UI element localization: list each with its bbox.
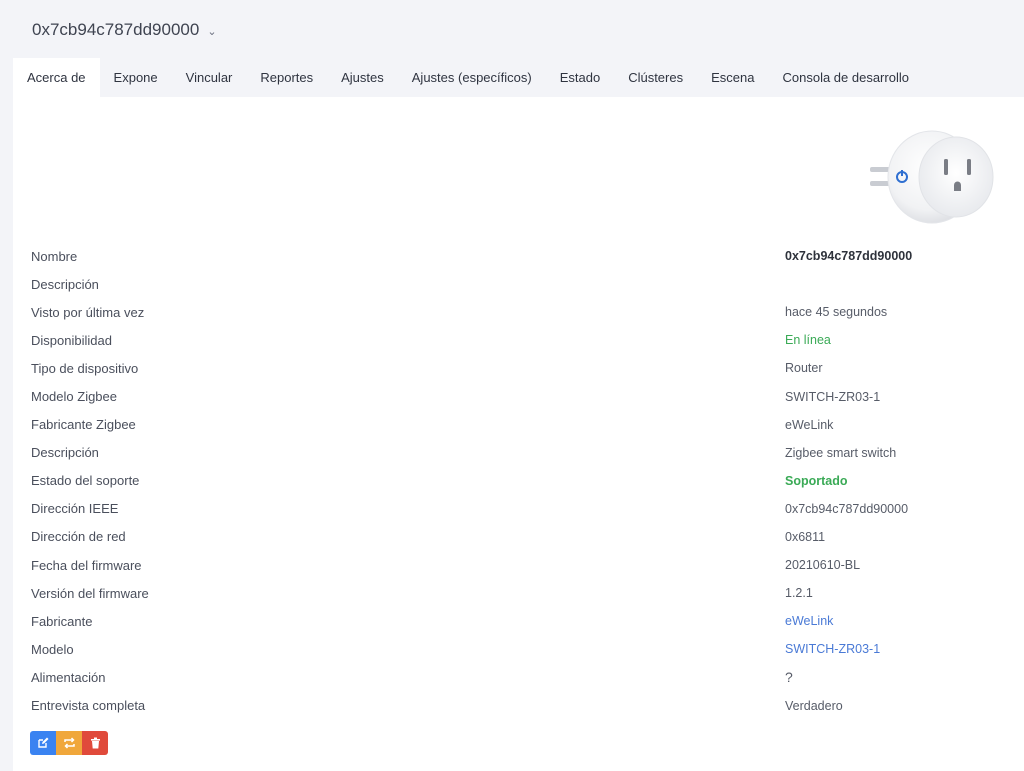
chevron-down-icon: ⌄ xyxy=(207,25,217,38)
device-info-list: Nombre 0x7cb94c787dd90000 Descripción Vi… xyxy=(31,242,1011,720)
info-row-model-description: Descripción Zigbee smart switch xyxy=(31,445,897,461)
info-row-firmware-version: Versión del firmware 1.2.1 xyxy=(31,585,813,601)
tab-reporting[interactable]: Reportes xyxy=(246,58,327,97)
availability-status: En línea xyxy=(785,333,831,348)
power-source-value: ? xyxy=(785,669,793,686)
model-link[interactable]: SWITCH-ZR03-1 xyxy=(785,642,880,656)
tab-dev-console[interactable]: Consola de desarrollo xyxy=(768,58,922,97)
info-row-zigbee-manufacturer: Fabricante Zigbee eWeLink xyxy=(31,417,834,433)
support-status-badge: Soportado xyxy=(785,473,848,488)
edit-icon xyxy=(38,737,49,748)
trash-icon xyxy=(90,737,100,749)
device-actions xyxy=(30,731,108,755)
tab-bind[interactable]: Vincular xyxy=(172,58,247,97)
refresh-icon xyxy=(63,737,75,749)
about-panel: Nombre 0x7cb94c787dd90000 Descripción Vi… xyxy=(13,97,1024,771)
device-selector[interactable]: 0x7cb94c787dd90000 ⌄ xyxy=(32,18,217,42)
edit-button[interactable] xyxy=(30,731,56,755)
tab-bar: Acerca de Expone Vincular Reportes Ajust… xyxy=(13,58,923,97)
info-row-zigbee-model: Modelo Zigbee SWITCH-ZR03-1 xyxy=(31,389,881,405)
device-title: 0x7cb94c787dd90000 xyxy=(32,20,200,39)
info-row-firmware-date: Fecha del firmware 20210610-BL xyxy=(31,557,861,573)
tab-scene[interactable]: Escena xyxy=(697,58,768,97)
info-row-network-address: Dirección de red 0x6811 xyxy=(31,529,826,545)
device-name-value: 0x7cb94c787dd90000 xyxy=(785,249,913,264)
reconfigure-button[interactable] xyxy=(56,731,82,755)
tab-settings[interactable]: Ajustes xyxy=(327,58,398,97)
info-row-manufacturer: Fabricante eWeLink xyxy=(31,613,834,629)
delete-button[interactable] xyxy=(82,731,108,755)
tab-clusters[interactable]: Clústeres xyxy=(614,58,697,97)
info-row-interview-completed: Entrevista completa Verdadero xyxy=(31,698,843,714)
info-row-device-type: Tipo de dispositivo Router xyxy=(31,360,823,376)
info-row-ieee-address: Dirección IEEE 0x7cb94c787dd90000 xyxy=(31,501,909,517)
info-row-availability: Disponibilidad En línea xyxy=(31,332,831,348)
tab-about[interactable]: Acerca de xyxy=(13,58,100,97)
info-row-description: Descripción xyxy=(31,276,99,292)
tab-settings-specific[interactable]: Ajustes (específicos) xyxy=(398,58,546,97)
info-row-name: Nombre 0x7cb94c787dd90000 xyxy=(31,248,913,264)
info-row-support-status: Estado del soporte Soportado xyxy=(31,473,848,489)
manufacturer-link[interactable]: eWeLink xyxy=(785,614,833,628)
tab-exposes[interactable]: Expone xyxy=(100,58,172,97)
info-row-power-source: Alimentación ? xyxy=(31,669,793,686)
info-row-last-seen: Visto por última vez hace 45 segundos xyxy=(31,304,888,320)
tab-state[interactable]: Estado xyxy=(546,58,614,97)
device-image xyxy=(870,130,994,224)
info-row-model: Modelo SWITCH-ZR03-1 xyxy=(31,641,881,657)
